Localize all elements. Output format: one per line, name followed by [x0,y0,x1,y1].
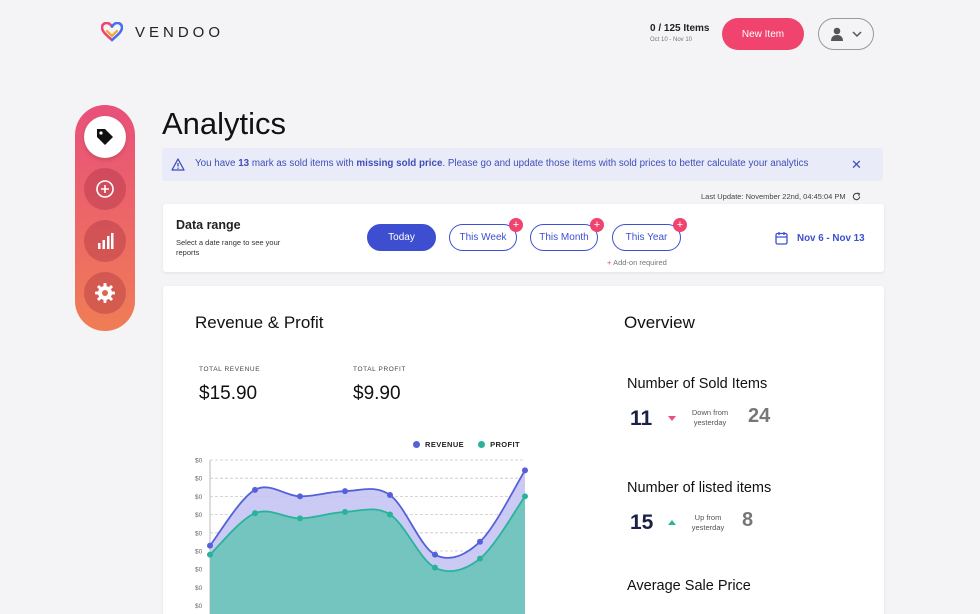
new-item-button[interactable]: New Item [722,18,804,50]
sidebar-item-inventory[interactable] [84,116,126,158]
sold-items-label: Number of Sold Items [627,376,768,392]
listed-items-previous: 8 [742,509,754,531]
revenue-point [297,493,303,500]
up-arrow-icon [668,520,676,525]
sold-items-change: Down from yesterday [691,408,729,427]
profit-point [387,511,393,518]
profit-point [207,551,213,558]
sold-items-previous: 24 [748,405,771,427]
revenue-point [432,551,438,558]
usage-dates: Oct 10 - Nov 10 [650,37,693,43]
user-icon [831,27,843,41]
y-tick-label: $0 [195,512,203,519]
profit-point [252,510,258,517]
profit-point [522,493,528,500]
sidebar-item-settings[interactable] [84,272,126,314]
listed-items-label: Number of listed items [627,480,772,496]
y-tick-label: $0 [195,530,203,537]
y-tick-label: $0 [195,549,203,556]
profit-point [432,564,438,571]
account-menu-button[interactable] [818,18,874,50]
chevron-down-icon [852,30,862,37]
profit-point [477,555,483,562]
analytics-card: Revenue & Profit TOTAL REVENUE $15.90 TO… [163,286,884,614]
alert-message: You have 13 mark as sold items with miss… [195,158,809,169]
date-range-subtitle: Select a date range to see your reports [176,238,281,257]
y-tick-label: $0 [195,494,203,501]
addon-required-note: + Add-on required [607,258,667,267]
total-profit-value: $9.90 [353,383,401,404]
range-this-week-button[interactable]: This Week + [449,218,523,251]
sidebar-item-add[interactable] [84,168,126,210]
overview-title: Overview [624,313,695,332]
y-tick-label: $0 [195,458,203,465]
revenue-profit-chart: $0 $0 $0 $0 $0 $0 $0 $0 $0 [195,458,528,614]
y-tick-label: $0 [195,567,203,574]
selected-date-range: Nov 6 - Nov 13 [797,232,865,244]
warning-icon [171,158,185,171]
addon-plus-badge: + [509,218,523,232]
revenue-point [522,467,528,474]
close-icon[interactable]: ✕ [851,157,862,173]
refresh-icon[interactable] [852,192,861,201]
last-update-text: Last Update: November 22nd, 04:45:04 PM [701,192,846,201]
revenue-point [252,486,258,493]
profit-point [297,515,303,522]
addon-plus-badge: + [590,218,604,232]
sidebar-item-analytics[interactable] [84,220,126,262]
heart-logo-icon [101,22,123,42]
addon-plus-badge: + [673,218,687,232]
total-revenue-value: $15.90 [199,383,258,404]
revenue-point [387,492,393,499]
range-this-month-button[interactable]: This Month + [530,218,604,251]
listed-items-value: 15 [630,511,654,534]
gear-icon [95,283,115,303]
y-tick-label: $0 [195,603,203,610]
range-today-button[interactable]: Today [367,224,436,251]
revenue-profit-title: Revenue & Profit [195,313,324,332]
sold-items-value: 11 [630,407,653,430]
legend-revenue: REVENUE [413,440,464,449]
logo-text: VENDOO [135,23,225,41]
chart-legend: REVENUE PROFIT [413,440,520,449]
calendar-icon [775,232,788,245]
legend-profit: PROFIT [478,440,520,449]
total-profit-label: TOTAL PROFIT [353,366,406,373]
usage-count: 0 / 125 Items [650,23,710,34]
y-tick-label: $0 [195,476,203,483]
y-tick-label: $0 [195,585,203,592]
revenue-point [477,538,483,545]
revenue-point [342,488,348,495]
range-this-year-button[interactable]: This Year + [612,218,687,251]
sidebar-nav [75,105,135,331]
listed-items-change: Up from yesterday [691,513,725,532]
date-range-picker[interactable]: Nov 6 - Nov 13 [775,231,865,245]
page-title: Analytics [162,106,287,141]
average-sale-price-label: Average Sale Price [627,578,751,594]
missing-price-alert: You have 13 mark as sold items with miss… [162,148,883,181]
vendoo-logo[interactable]: VENDOO [101,22,224,42]
tag-icon [97,129,113,145]
date-range-title: Data range [176,218,241,232]
last-update: Last Update: November 22nd, 04:45:04 PM [701,192,861,201]
revenue-point [207,542,213,549]
down-arrow-icon [668,416,676,421]
bar-chart-icon [98,233,114,249]
profit-point [342,508,348,515]
total-revenue-label: TOTAL REVENUE [199,366,261,373]
plus-circle-icon [96,180,114,198]
date-range-card: Data range Select a date range to see yo… [163,204,884,272]
item-usage: 0 / 125 Items Oct 10 - Nov 10 [650,23,709,43]
